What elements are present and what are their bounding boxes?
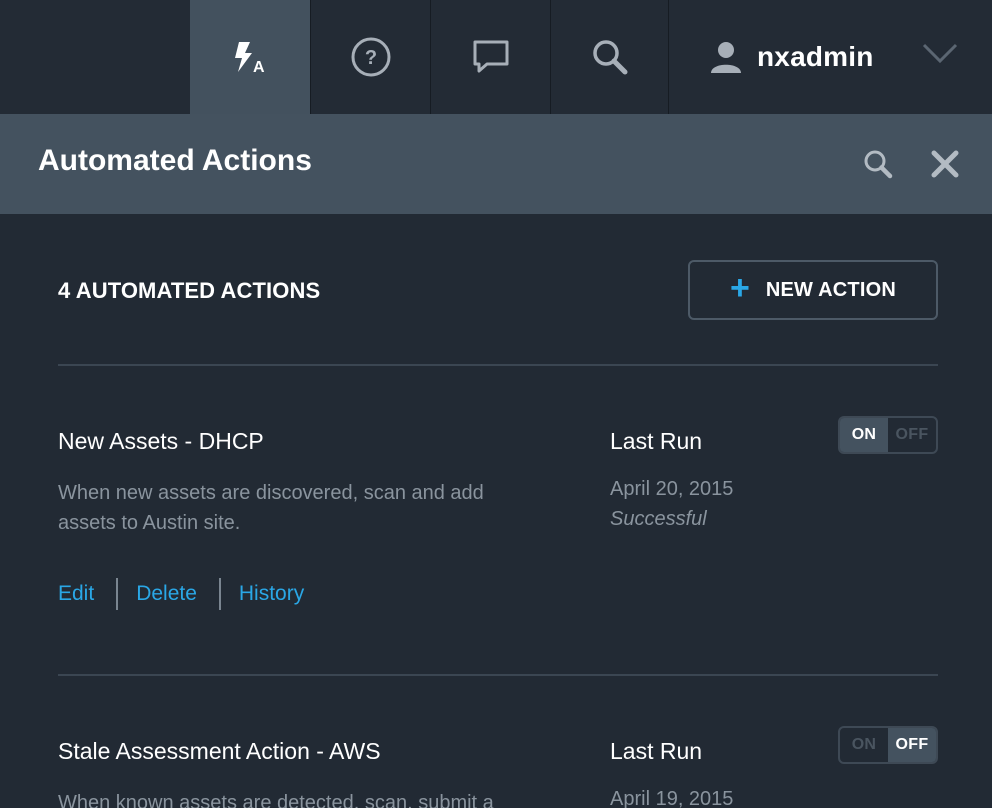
chat-icon: [471, 38, 511, 76]
divider: [58, 364, 938, 366]
history-link[interactable]: History: [239, 582, 304, 606]
action-item: Stale Assessment Action - AWS When known…: [0, 726, 992, 808]
panel-search-button[interactable]: [862, 148, 894, 185]
action-description: When new assets are discovered, scan and…: [58, 482, 484, 534]
last-run-date: April 20, 2015: [610, 478, 734, 500]
automated-actions-icon: A: [230, 39, 270, 75]
toggle-off-label: OFF: [888, 728, 936, 762]
link-separator: [116, 578, 119, 610]
action-links: Edit Delete History: [58, 578, 304, 610]
search-icon: [862, 150, 894, 184]
tab-chat[interactable]: [430, 0, 550, 114]
enable-toggle[interactable]: ON OFF: [838, 726, 938, 764]
new-action-label: NEW ACTION: [765, 278, 896, 301]
action-name: Stale Assessment Action - AWS: [58, 738, 381, 764]
toggle-off-label: OFF: [895, 426, 929, 443]
enable-toggle[interactable]: ON OFF: [838, 416, 938, 454]
last-run-label: Last Run: [610, 738, 703, 764]
user-icon: [709, 40, 743, 74]
close-button[interactable]: [930, 149, 960, 184]
plus-icon: +: [730, 269, 750, 307]
toggle-on-label: ON: [851, 736, 877, 753]
last-run-label: Last Run: [610, 428, 703, 454]
new-action-button[interactable]: + NEW ACTION: [688, 260, 938, 320]
top-nav: A ? nxadmin: [0, 0, 992, 114]
action-description: When known assets are detected, scan, su…: [58, 792, 494, 808]
link-separator: [218, 578, 221, 610]
tab-automated-actions[interactable]: A: [190, 0, 310, 114]
action-item: New Assets - DHCP When new assets are di…: [0, 416, 992, 628]
chevron-down-icon: [922, 42, 958, 64]
panel-header: Automated Actions: [0, 114, 992, 214]
close-icon: [930, 150, 960, 183]
user-name: nxadmin: [757, 41, 874, 72]
tab-search[interactable]: [550, 0, 668, 114]
edit-link[interactable]: Edit: [58, 582, 94, 606]
page-title: Automated Actions: [38, 144, 312, 177]
action-count: 4 AUTOMATED ACTIONS: [58, 278, 321, 303]
tab-help[interactable]: ?: [310, 0, 430, 114]
svg-text:?: ?: [364, 47, 376, 69]
delete-link[interactable]: Delete: [136, 582, 197, 606]
divider: [58, 674, 938, 676]
action-name: New Assets - DHCP: [58, 428, 264, 454]
svg-text:A: A: [253, 59, 265, 75]
help-icon: ?: [350, 36, 392, 78]
last-run-status: Successful: [610, 508, 707, 530]
last-run-date: April 19, 2015: [610, 788, 734, 808]
user-menu[interactable]: nxadmin: [668, 0, 992, 114]
toggle-on-label: ON: [840, 418, 888, 452]
search-icon: [590, 37, 630, 77]
